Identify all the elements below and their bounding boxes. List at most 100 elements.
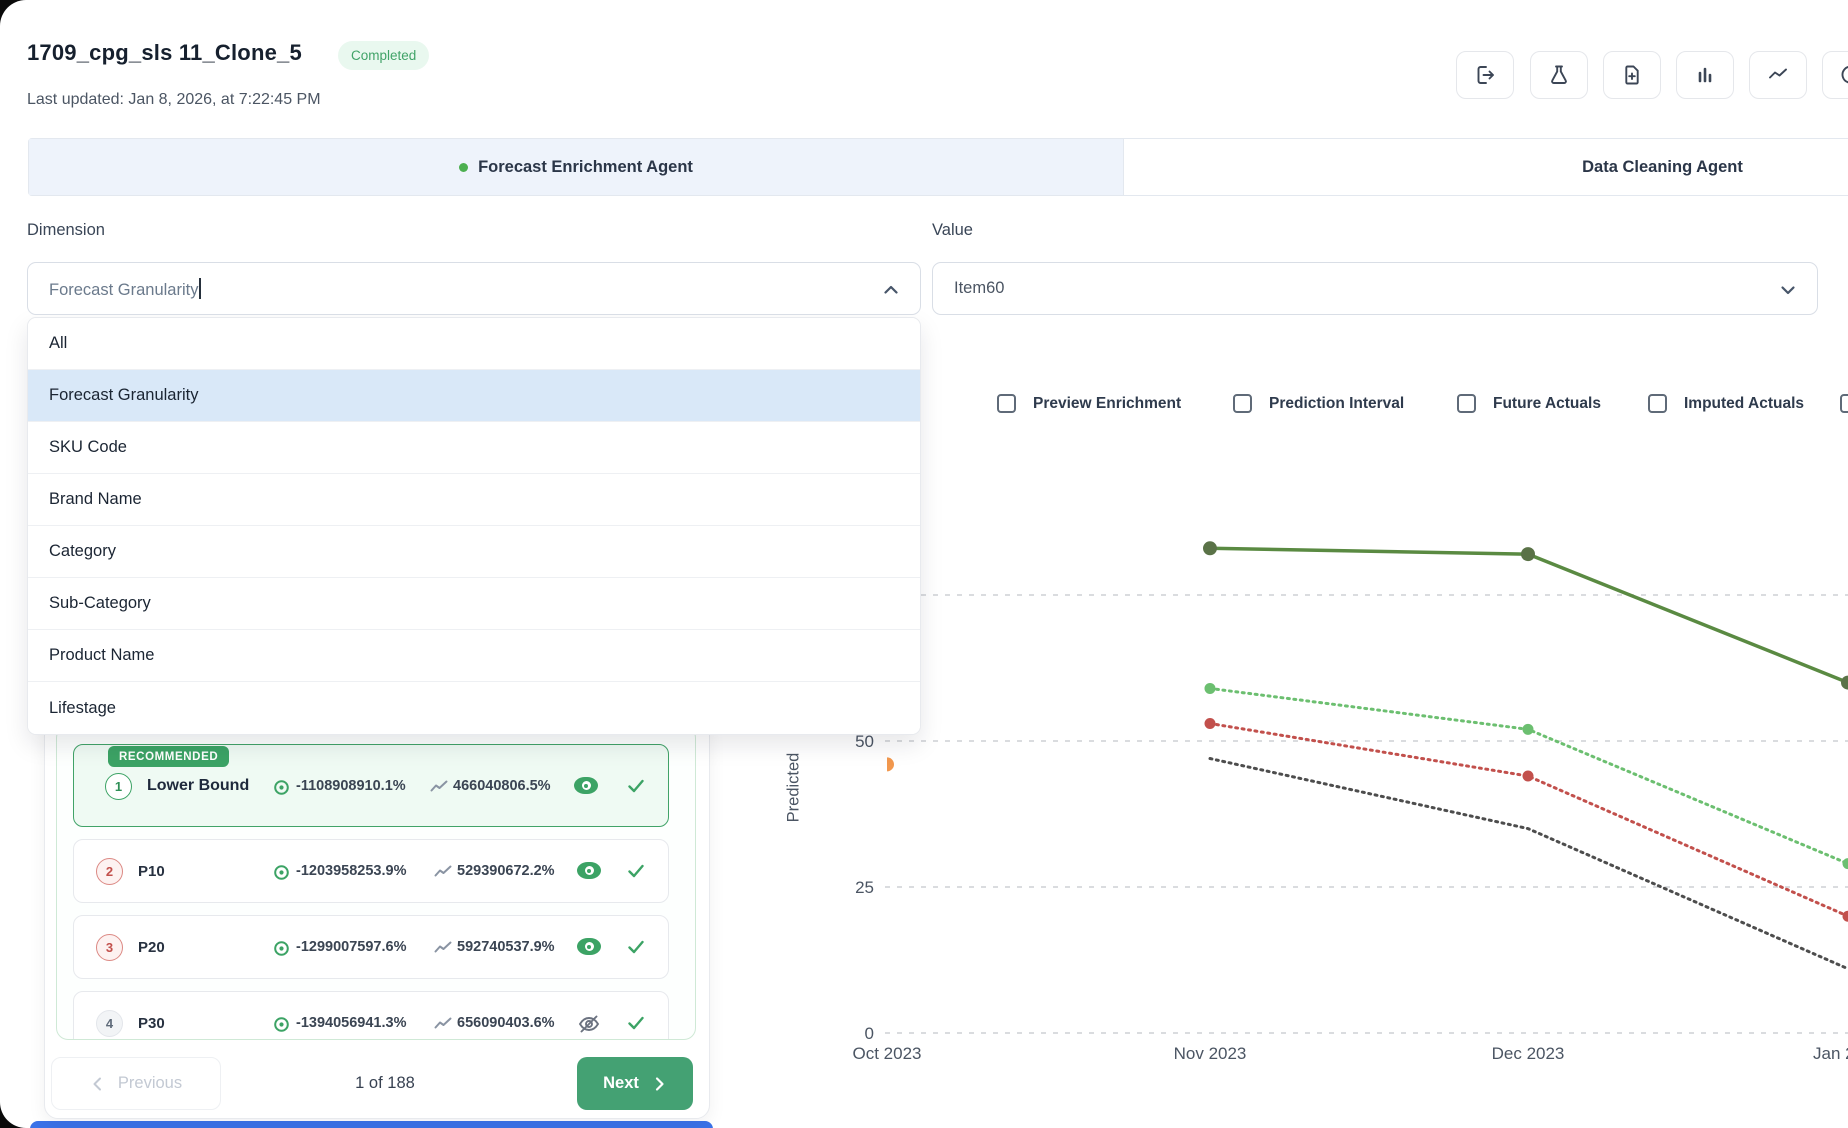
value-select-text: Item60	[954, 279, 1004, 298]
export-button[interactable]	[1456, 51, 1514, 99]
tab-label: Data Cleaning Agent	[1582, 158, 1743, 177]
target-icon	[272, 1015, 291, 1034]
dropdown-option-forecast-granularity[interactable]: Forecast Granularity	[28, 370, 920, 422]
trend-icon	[430, 780, 448, 794]
chevron-up-icon[interactable]	[880, 279, 902, 306]
previous-label: Previous	[118, 1074, 182, 1093]
tab-data-cleaning-agent[interactable]: Data Cleaning Agent	[1123, 139, 1848, 195]
next-button[interactable]: Next	[577, 1057, 693, 1110]
export-icon	[1473, 63, 1497, 87]
previous-button[interactable]: Previous	[51, 1057, 221, 1110]
checkbox[interactable]	[997, 394, 1016, 413]
checkbox-label: Future Actuals	[1493, 395, 1601, 413]
chart-y-axis-label: Predicted	[785, 753, 804, 823]
trend-line-button[interactable]	[1749, 51, 1807, 99]
refresh-icon	[1839, 63, 1848, 87]
dimension-combobox[interactable]: Forecast Granularity	[27, 262, 921, 315]
bar-chart-button[interactable]	[1676, 51, 1734, 99]
eye-visible-icon[interactable]	[577, 862, 601, 879]
option-name: P30	[138, 1015, 165, 1032]
dimension-input-text: Forecast Granularity	[49, 278, 201, 300]
recommended-badge: RECOMMENDED	[108, 746, 229, 767]
value-select[interactable]: Item60	[932, 262, 1818, 315]
status-badge: Completed	[338, 41, 429, 70]
target-icon	[272, 939, 291, 958]
accuracy-metric: -1108908910.1%	[296, 778, 406, 794]
target-icon	[272, 778, 291, 797]
dropdown-option-sku-code[interactable]: SKU Code	[28, 422, 920, 474]
dropdown-option-all[interactable]: All	[28, 318, 920, 370]
dropdown-option-product-name[interactable]: Product Name	[28, 630, 920, 682]
checkbox-label: Imputed Actuals	[1684, 395, 1804, 413]
checkbox[interactable]	[1233, 394, 1252, 413]
agent-tabbar: Forecast Enrichment Agent Data Cleaning …	[28, 138, 1848, 196]
svg-text:Jan 2024: Jan 2024	[1813, 1044, 1848, 1063]
checkbox[interactable]	[1840, 394, 1848, 413]
trend-icon	[434, 941, 452, 955]
check-icon[interactable]	[626, 776, 646, 796]
bar-chart-icon	[1693, 63, 1717, 87]
value-label: Value	[932, 221, 973, 240]
toggle-prediction-interval[interactable]: Prediction Interval	[1233, 394, 1404, 413]
last-updated-text: Last updated: Jan 8, 2026, at 7:22:45 PM	[27, 91, 321, 109]
page-indicator: 1 of 188	[290, 1057, 480, 1110]
accuracy-metric: -1203958253.9%	[296, 863, 406, 879]
check-icon[interactable]	[626, 1013, 646, 1033]
eye-visible-icon[interactable]	[577, 938, 601, 955]
toggle-imputed-actuals[interactable]: Imputed Actuals	[1648, 394, 1804, 413]
refresh-button[interactable]	[1822, 51, 1848, 99]
check-icon[interactable]	[626, 937, 646, 957]
chevron-right-icon	[651, 1076, 667, 1092]
svg-text:Oct 2023: Oct 2023	[853, 1044, 922, 1063]
option-card-p20[interactable]: 3 P20 -1299007597.6% 592740537.9%	[73, 915, 669, 979]
dropdown-option-sub-category[interactable]: Sub-Category	[28, 578, 920, 630]
checkbox-label: Preview Enrichment	[1033, 395, 1181, 413]
rank-badge: 4	[96, 1010, 123, 1037]
eye-hidden-icon[interactable]	[577, 1013, 601, 1035]
active-tab-dot	[459, 163, 468, 172]
chevron-left-icon	[90, 1076, 106, 1092]
svg-text:0: 0	[865, 1024, 874, 1043]
option-card-p10[interactable]: 2 P10 -1203958253.9% 529390672.2%	[73, 839, 669, 903]
option-card-lower-bound[interactable]: RECOMMENDED 1 Lower Bound -1108908910.1%…	[73, 744, 669, 827]
svg-text:Nov 2023: Nov 2023	[1174, 1044, 1247, 1063]
trend-line-icon	[1766, 63, 1790, 87]
option-name: Lower Bound	[147, 777, 249, 795]
target-icon	[272, 863, 291, 882]
trend-icon	[434, 865, 452, 879]
dimension-label: Dimension	[27, 221, 105, 240]
check-icon[interactable]	[626, 861, 646, 881]
trend-metric: 656090403.6%	[457, 1015, 555, 1031]
dropdown-option-category[interactable]: Category	[28, 526, 920, 578]
text-cursor	[199, 278, 201, 299]
checkbox[interactable]	[1457, 394, 1476, 413]
options-group: RECOMMENDED 1 Lower Bound -1108908910.1%…	[56, 726, 696, 1040]
accuracy-metric: -1299007597.6%	[296, 939, 406, 955]
chevron-down-icon[interactable]	[1777, 279, 1799, 306]
svg-text:Dec 2023: Dec 2023	[1492, 1044, 1565, 1063]
eye-visible-icon[interactable]	[574, 777, 598, 794]
dropdown-option-brand-name[interactable]: Brand Name	[28, 474, 920, 526]
svg-text:25: 25	[855, 878, 874, 897]
add-file-button[interactable]	[1603, 51, 1661, 99]
toggle-future-actuals[interactable]: Future Actuals	[1457, 394, 1601, 413]
option-name: P20	[138, 939, 165, 956]
trend-icon	[434, 1017, 452, 1031]
tab-forecast-enrichment-agent[interactable]: Forecast Enrichment Agent	[29, 139, 1123, 195]
page-background: 02550Oct 2023Nov 2023Dec 2023Jan 2024 Pr…	[0, 0, 1848, 1128]
checkbox[interactable]	[1648, 394, 1667, 413]
dropdown-option-lifestage[interactable]: Lifestage	[28, 682, 920, 734]
toggle-preview-enrichment[interactable]: Preview Enrichment	[997, 394, 1181, 413]
tab-label: Forecast Enrichment Agent	[478, 158, 693, 177]
trend-metric: 466040806.5%	[453, 778, 551, 794]
rank-badge: 3	[96, 934, 123, 961]
page-title: 1709_cpg_sls 11_Clone_5	[27, 40, 302, 66]
next-section-header-strip	[30, 1121, 713, 1128]
rank-badge: 1	[105, 773, 132, 800]
option-card-p30[interactable]: 4 P30 -1394056941.3% 656090403.6%	[73, 991, 669, 1040]
toggle-cutoff[interactable]	[1840, 394, 1848, 413]
trend-metric: 592740537.9%	[457, 939, 555, 955]
experiment-button[interactable]	[1530, 51, 1588, 99]
accuracy-metric: -1394056941.3%	[296, 1015, 406, 1031]
rank-badge: 2	[96, 858, 123, 885]
